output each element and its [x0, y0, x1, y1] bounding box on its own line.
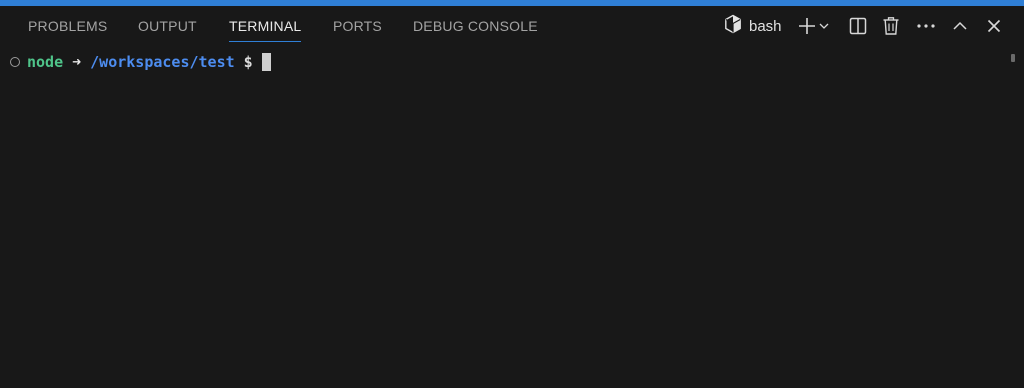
panel-actions: bash: [0, 6, 1024, 46]
cube-icon: [724, 14, 742, 39]
prompt-path: /workspaces/test: [90, 53, 235, 71]
maximize-panel-button[interactable]: [948, 14, 972, 38]
more-actions-button[interactable]: [914, 14, 938, 38]
ellipsis-icon: [916, 23, 936, 29]
circle-outline-icon: [10, 57, 20, 67]
terminal-shell-selector[interactable]: bash: [724, 14, 782, 38]
chevron-down-icon: [818, 20, 830, 32]
split-terminal-button[interactable]: [846, 14, 870, 38]
text-cursor: [261, 53, 271, 71]
trash-icon: [882, 16, 900, 36]
scrollbar-thumb[interactable]: [1011, 54, 1015, 62]
shell-name: bash: [749, 17, 782, 35]
terminal-area[interactable]: node ➜ /workspaces/test $: [0, 46, 1024, 388]
prompt-user: node: [27, 53, 64, 71]
kill-terminal-button[interactable]: [879, 14, 903, 38]
terminal-panel: PROBLEMS OUTPUT TERMINAL PORTS DEBUG CON…: [0, 0, 1024, 388]
panel-tab-bar: PROBLEMS OUTPUT TERMINAL PORTS DEBUG CON…: [0, 6, 1024, 46]
close-panel-button[interactable]: [982, 14, 1006, 38]
prompt-line: node ➜ /workspaces/test $: [10, 52, 271, 72]
launch-profile-button[interactable]: [816, 14, 832, 38]
close-icon: [987, 19, 1001, 33]
plus-icon: [797, 16, 817, 36]
prompt-symbol: $: [243, 53, 253, 71]
prompt-arrow: ➜: [72, 53, 82, 71]
split-editor-icon: [849, 17, 867, 35]
chevron-up-icon: [952, 18, 968, 34]
